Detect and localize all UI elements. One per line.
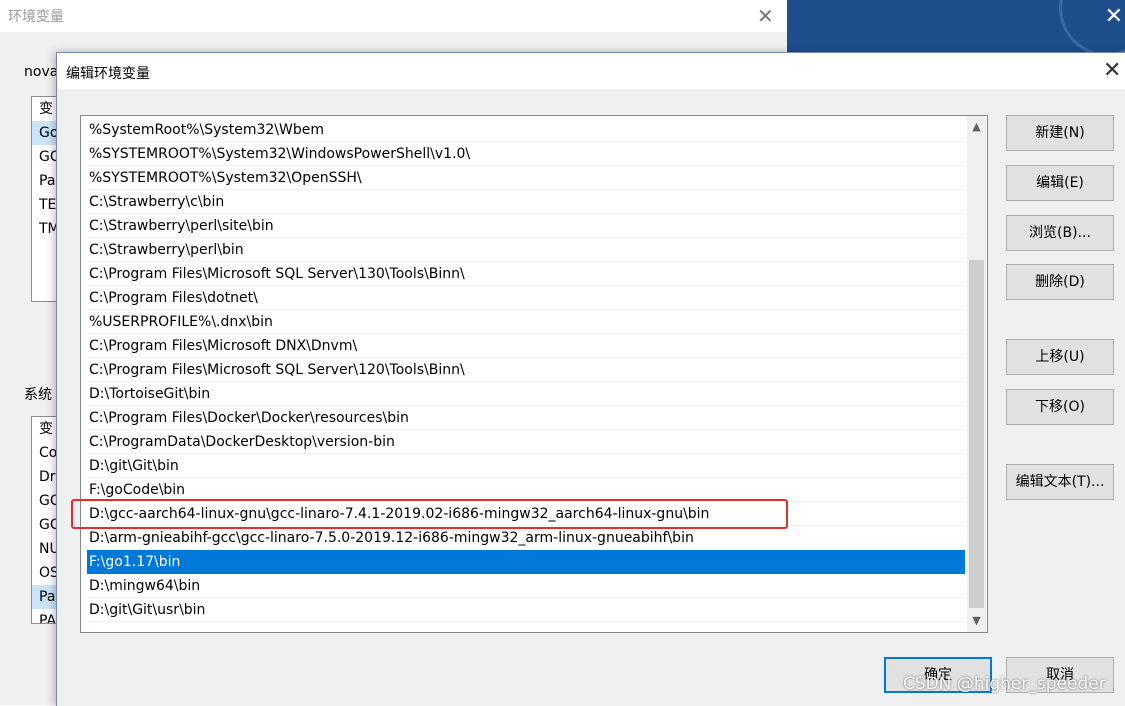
path-list-items: %SystemRoot%\System32\Wbem %SYSTEMROOT%\S…: [87, 118, 965, 622]
path-entry[interactable]: C:\Program Files\Microsoft SQL Server\12…: [87, 358, 965, 382]
edit-button[interactable]: 编辑(E): [1006, 165, 1114, 201]
path-entry[interactable]: D:\gcc-aarch64-linux-gnu\gcc-linaro-7.4.…: [87, 502, 965, 526]
scroll-up-arrow-icon[interactable]: ▲: [967, 118, 986, 136]
path-entry[interactable]: C:\Strawberry\perl\site\bin: [87, 214, 965, 238]
path-entry[interactable]: C:\Program Files\Microsoft DNX\Dnvm\: [87, 334, 965, 358]
vertical-scrollbar[interactable]: ▲ ▼: [967, 116, 986, 632]
delete-button[interactable]: 删除(D): [1006, 264, 1114, 300]
parent-close-icon[interactable]: ✕: [757, 4, 774, 28]
path-entry[interactable]: C:\Program Files\Microsoft SQL Server\13…: [87, 262, 965, 286]
parent-window-title: 环境变量: [8, 9, 64, 25]
cancel-button[interactable]: 取消: [1006, 657, 1114, 693]
path-entry[interactable]: D:\mingw64\bin: [87, 574, 965, 598]
path-entry[interactable]: D:\git\Git\bin: [87, 454, 965, 478]
scroll-thumb[interactable]: [969, 260, 984, 608]
path-entry[interactable]: D:\git\Git\usr\bin: [87, 598, 965, 622]
path-entry[interactable]: C:\Program Files\dotnet\: [87, 286, 965, 310]
path-entry[interactable]: D:\TortoiseGit\bin: [87, 382, 965, 406]
move-down-button[interactable]: 下移(O): [1006, 389, 1114, 425]
new-button[interactable]: 新建(N): [1006, 115, 1114, 151]
dialog-titlebar: 编辑环境变量 ✕: [57, 53, 1125, 89]
path-entry[interactable]: F:\goCode\bin: [87, 478, 965, 502]
path-entry[interactable]: C:\Strawberry\c\bin: [87, 190, 965, 214]
path-entry[interactable]: C:\Program Files\Docker\Docker\resources…: [87, 406, 965, 430]
path-entry[interactable]: D:\arm-gnieabihf-gcc\gcc-linaro-7.5.0-20…: [87, 526, 965, 550]
path-entry[interactable]: %USERPROFILE%\.dnx\bin: [87, 310, 965, 334]
path-entry[interactable]: %SystemRoot%\System32\Wbem: [87, 118, 965, 142]
path-entry[interactable]: C:\ProgramData\DockerDesktop\version-bin: [87, 430, 965, 454]
path-list[interactable]: %SystemRoot%\System32\Wbem %SYSTEMROOT%\S…: [80, 115, 988, 633]
path-entry[interactable]: C:\Strawberry\perl\bin: [87, 238, 965, 262]
path-entry[interactable]: %SYSTEMROOT%\System32\OpenSSH\: [87, 166, 965, 190]
close-icon[interactable]: ✕: [1103, 58, 1121, 83]
desktop-close-glyph: ✕: [1104, 4, 1123, 29]
dialog-title: 编辑环境变量: [66, 66, 150, 82]
user-variables-label: nova: [24, 64, 59, 80]
edit-text-button[interactable]: 编辑文本(T)...: [1006, 464, 1114, 500]
browse-button[interactable]: 浏览(B)...: [1006, 215, 1114, 251]
path-entry[interactable]: F:\go1.17\bin: [87, 550, 965, 574]
ok-button[interactable]: 确定: [884, 657, 992, 693]
parent-titlebar: 环境变量 ✕: [0, 0, 787, 32]
path-entry[interactable]: %SYSTEMROOT%\System32\WindowsPowerShell\…: [87, 142, 965, 166]
move-up-button[interactable]: 上移(U): [1006, 339, 1114, 375]
edit-env-var-dialog: 编辑环境变量 ✕ %SystemRoot%\System32\Wbem %SYST…: [56, 52, 1125, 706]
system-variables-label: 系统: [24, 387, 52, 403]
desktop-background: ✕: [787, 0, 1125, 56]
scroll-down-arrow-icon[interactable]: ▼: [967, 612, 986, 630]
